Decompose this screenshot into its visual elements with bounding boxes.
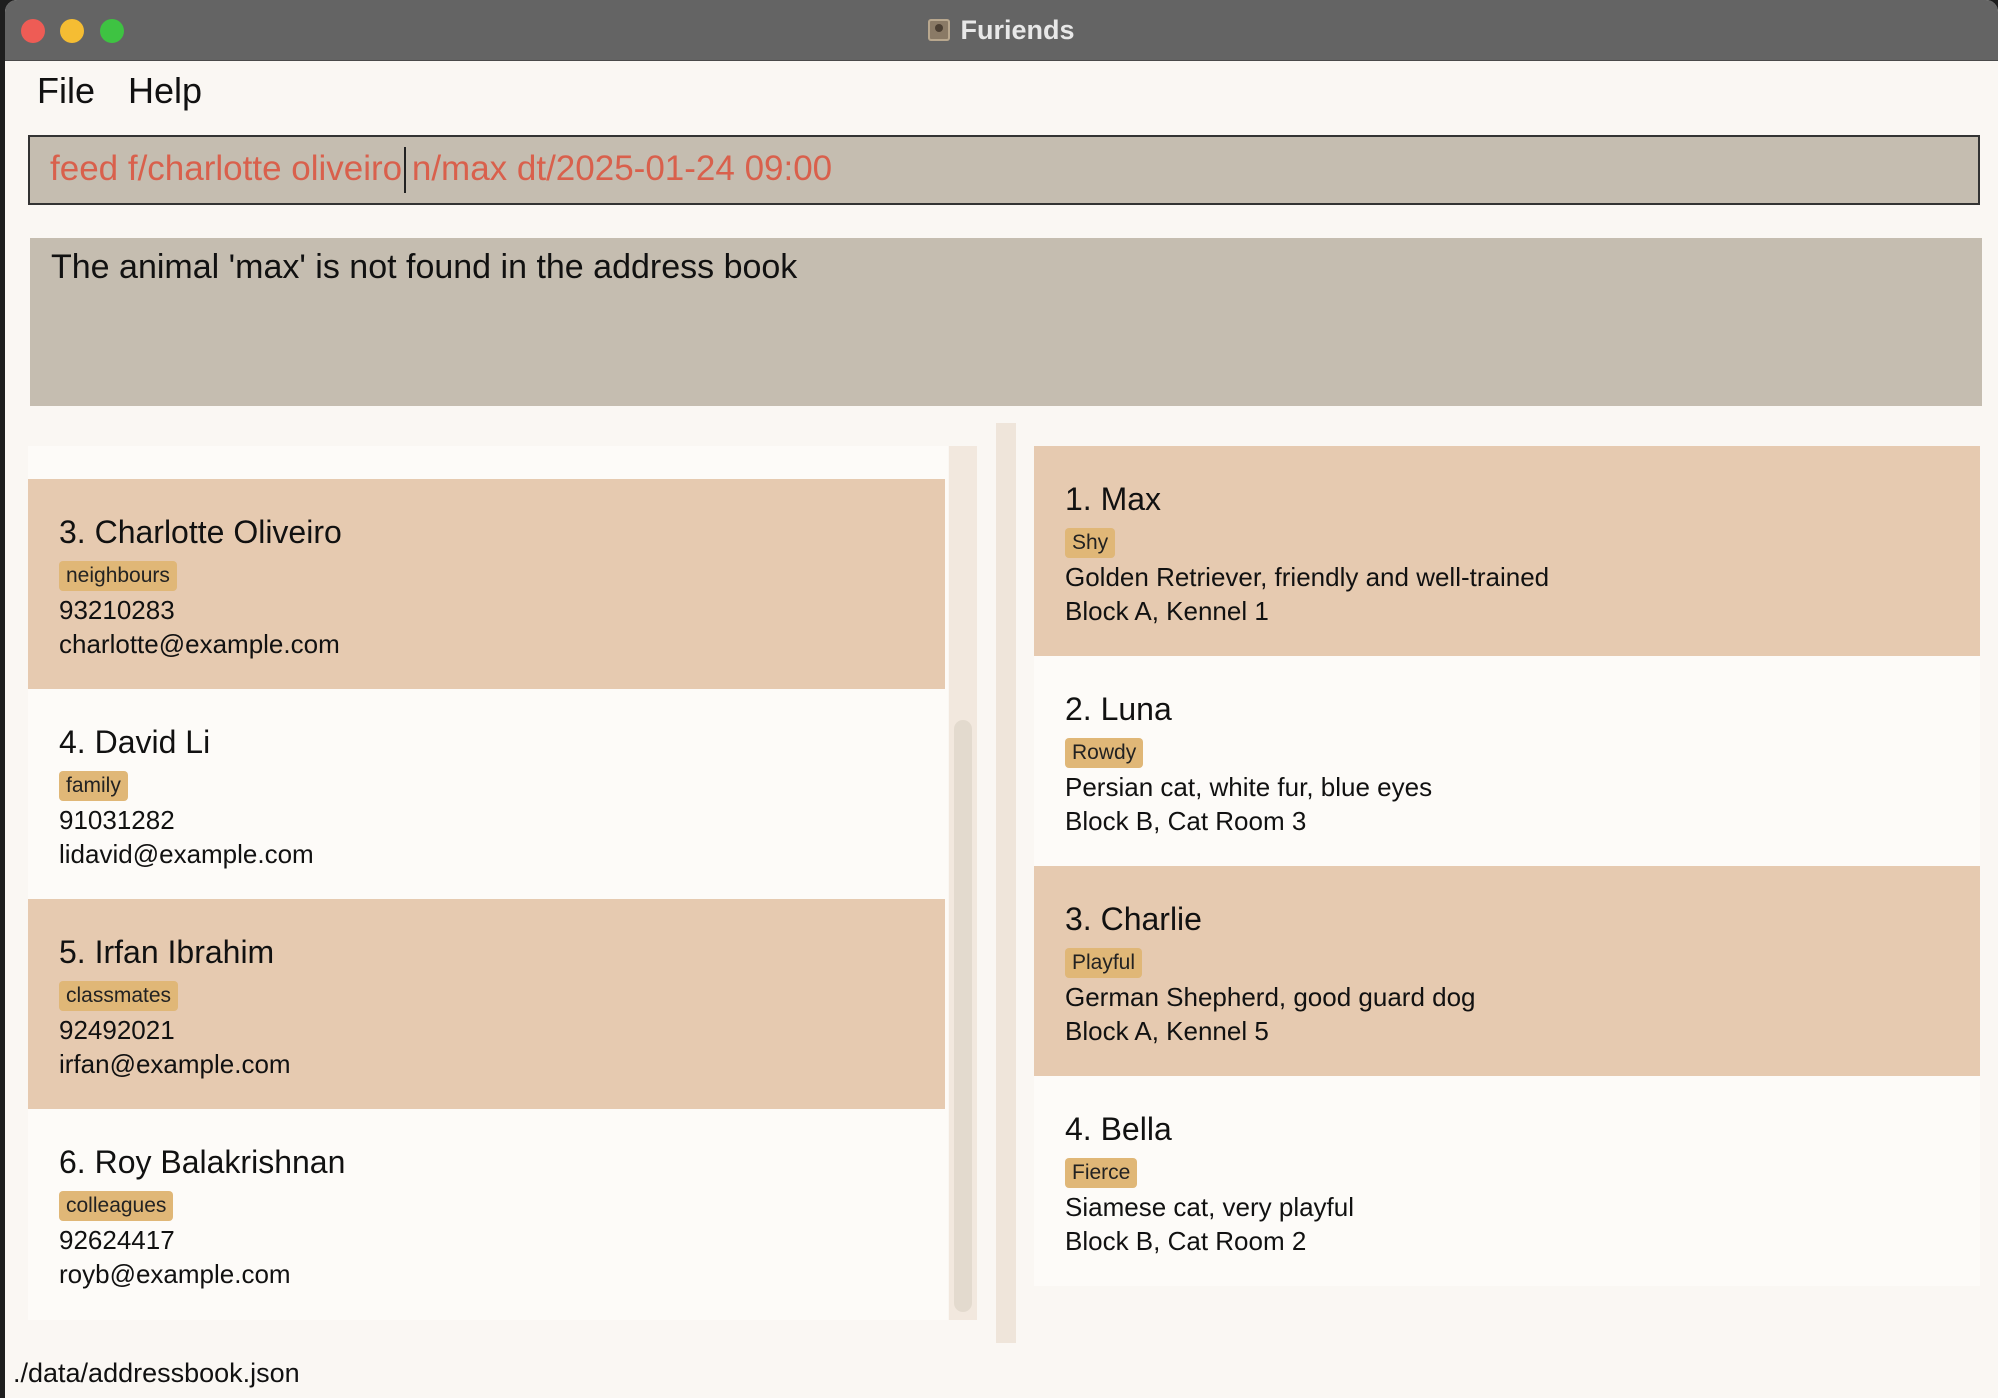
- animal-name: 1. Max: [1065, 481, 1162, 517]
- person-phone: 92624417: [59, 1225, 175, 1255]
- animal-name: 4. Bella: [1065, 1111, 1172, 1147]
- person-email: royb@example.com: [59, 1259, 291, 1289]
- text-caret: [404, 147, 406, 193]
- person-name: 5. Irfan Ibrahim: [59, 934, 275, 970]
- person-tag: classmates: [59, 981, 179, 1011]
- person-card[interactable]: 4. David Li family 91031282 lidavid@exam…: [28, 689, 945, 899]
- animal-tag: Rowdy: [1065, 738, 1144, 768]
- animal-location: Block A, Kennel 1: [1065, 596, 1269, 626]
- animal-tag: Playful: [1065, 948, 1143, 978]
- menu-help[interactable]: Help: [128, 70, 202, 112]
- animal-card[interactable]: 1. Max Shy Golden Retriever, friendly an…: [1034, 446, 1980, 656]
- person-name: 4. David Li: [59, 724, 211, 760]
- panel-divider[interactable]: [996, 423, 1016, 1343]
- animal-name: 2. Luna: [1065, 691, 1172, 727]
- person-card[interactable]: 3. Charlotte Oliveiro neighbours 9321028…: [28, 479, 945, 689]
- animal-list[interactable]: 1. Max Shy Golden Retriever, friendly an…: [1034, 446, 1980, 1286]
- animal-location: Block A, Kennel 5: [1065, 1016, 1269, 1046]
- animal-card[interactable]: 2. Luna Rowdy Persian cat, white fur, bl…: [1034, 656, 1980, 866]
- person-phone: 92492021: [59, 1015, 175, 1045]
- person-email: lidavid@example.com: [59, 839, 314, 869]
- app-icon: [928, 19, 951, 41]
- animal-tag: Fierce: [1065, 1158, 1138, 1188]
- animal-card[interactable]: 4. Bella Fierce Siamese cat, very playfu…: [1034, 1076, 1980, 1286]
- person-card[interactable]: 5. Irfan Ibrahim classmates 92492021 irf…: [28, 899, 945, 1109]
- menu-file[interactable]: File: [37, 70, 95, 112]
- animal-location: Block B, Cat Room 2: [1065, 1226, 1307, 1256]
- title-wrap: Furiends: [5, 0, 1998, 60]
- person-tag: family: [59, 771, 128, 801]
- animal-description: Golden Retriever, friendly and well-trai…: [1065, 562, 1550, 592]
- person-email: charlotte@example.com: [59, 629, 340, 659]
- person-email: irfan@example.com: [59, 1049, 291, 1079]
- animal-name: 3. Charlie: [1065, 901, 1202, 937]
- animal-description: Siamese cat, very playful: [1065, 1192, 1355, 1222]
- person-phone: 93210283: [59, 595, 175, 625]
- person-list[interactable]: 3. Charlotte Oliveiro neighbours 9321028…: [28, 446, 948, 1320]
- animal-location: Block B, Cat Room 3: [1065, 806, 1307, 836]
- person-tag: neighbours: [59, 561, 177, 591]
- person-phone: 91031282: [59, 805, 175, 835]
- person-list-scroll-thumb[interactable]: [954, 720, 972, 1312]
- command-input[interactable]: feed f/charlotte oliveiro n/max dt/2025-…: [28, 135, 1980, 205]
- result-message: The animal 'max' is not found in the add…: [51, 248, 798, 286]
- animal-description: German Shepherd, good guard dog: [1065, 982, 1476, 1012]
- person-name: 6. Roy Balakrishnan: [59, 1144, 346, 1180]
- person-card[interactable]: 6. Roy Balakrishnan colleagues 92624417 …: [28, 1109, 945, 1319]
- animal-tag: Shy: [1065, 528, 1116, 558]
- person-tag: colleagues: [59, 1191, 174, 1221]
- command-text: feed f/charlotte oliveiro n/max dt/2025-…: [50, 149, 833, 188]
- window-title: Furiends: [960, 14, 1075, 45]
- status-bar: ./data/addressbook.json: [5, 1348, 1998, 1398]
- animal-card[interactable]: 3. Charlie Playful German Shepherd, good…: [1034, 866, 1980, 1076]
- menu-bar: File Help: [5, 62, 1998, 122]
- title-bar: Furiends: [5, 0, 1998, 61]
- person-name: 3. Charlotte Oliveiro: [59, 514, 342, 550]
- app-window: Furiends File Help feed f/charlotte oliv…: [5, 0, 1998, 1398]
- result-display: The animal 'max' is not found in the add…: [30, 238, 1982, 406]
- data-file-path: ./data/addressbook.json: [13, 1358, 300, 1388]
- animal-description: Persian cat, white fur, blue eyes: [1065, 772, 1433, 802]
